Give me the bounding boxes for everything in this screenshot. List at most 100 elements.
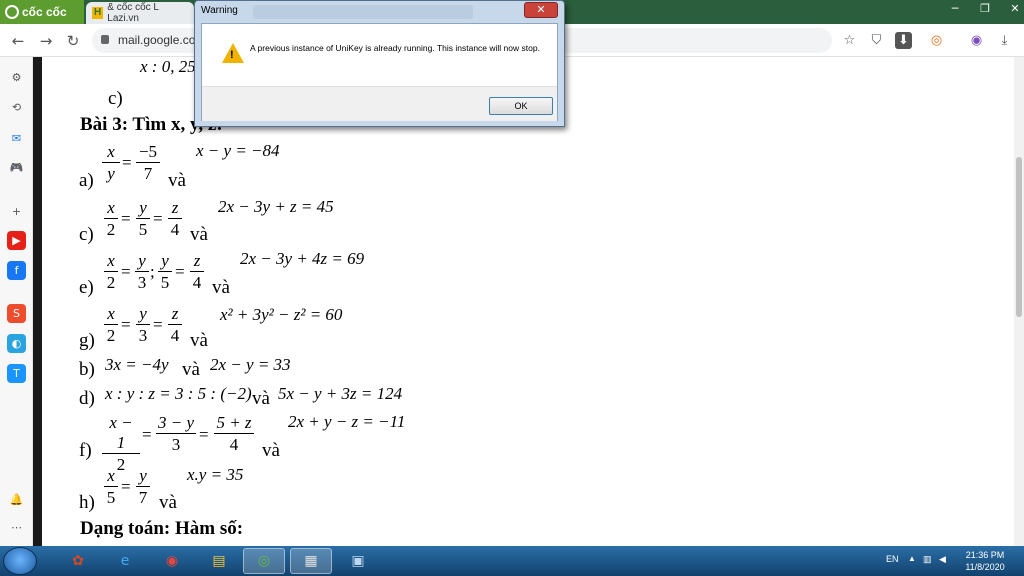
den: 5	[106, 488, 116, 507]
equals: =	[121, 477, 131, 496]
fraction-g1: x 2	[104, 304, 118, 347]
dialog-body: ! A previous instance of UniKey is alrea…	[201, 23, 558, 121]
ccleaner-icon[interactable]: ✿	[57, 548, 99, 574]
explorer-icon[interactable]: ▤	[198, 548, 240, 574]
download-icon[interactable]: ⬇	[895, 32, 912, 49]
fraction-h1: x 5	[104, 466, 118, 509]
num: y	[136, 198, 150, 219]
warning-dialog: Warning ✕ ! A previous instance of UniKe…	[194, 0, 565, 127]
fraction-c2: y 5	[136, 198, 150, 241]
save-page-icon[interactable]: ⤓	[996, 32, 1013, 49]
page-scrollbar[interactable]	[1014, 57, 1024, 546]
den: 4	[192, 273, 202, 292]
condition-d: 5x − y + 3z = 124	[278, 384, 403, 403]
settings-icon[interactable]: ⚙	[7, 68, 26, 87]
va-f: và	[262, 440, 280, 461]
den: y	[107, 164, 115, 183]
tray-expand-icon[interactable]: ▲	[908, 554, 916, 563]
coccoc-icon[interactable]: ◎	[243, 548, 285, 574]
unikey-icon[interactable]: ▦	[290, 548, 332, 574]
equals: =	[121, 209, 131, 228]
den: 5	[138, 220, 148, 239]
label-d: d)	[79, 388, 95, 409]
coccoc-logo-icon	[5, 5, 19, 19]
screen: cốc cốc H & cốc cốc L Lazi.vn ─ ❐ ✕ ← → …	[0, 0, 1024, 576]
forward-icon[interactable]: →	[36, 31, 56, 51]
condition-g: x² + 3y² − z² = 60	[220, 305, 343, 324]
va-b: và	[182, 359, 200, 380]
equation-d: x : y : z = 3 : 5 : (−2)	[105, 384, 252, 403]
more-icon[interactable]: ⋯	[7, 518, 26, 537]
start-button[interactable]	[3, 547, 37, 575]
volume-icon[interactable]: ◀	[939, 554, 946, 565]
tab-label: & cốc cốc L Lazi.vn	[107, 2, 159, 24]
label-e: e)	[79, 277, 94, 298]
den: 7	[138, 488, 148, 507]
num: y	[135, 251, 149, 272]
condition-f: 2x + y − z = −11	[288, 412, 406, 431]
dialog-title: Warning	[201, 5, 238, 16]
den: 7	[143, 164, 153, 183]
fraction-g3: z 4	[168, 304, 182, 347]
scrollbar-thumb[interactable]	[1016, 157, 1022, 317]
back-icon[interactable]: ←	[8, 31, 28, 51]
fraction-f3: 5 + z 4	[214, 413, 254, 456]
next-section-title: Dạng toán: Hàm số:	[80, 518, 244, 539]
condition-b: 2x − y = 33	[210, 355, 291, 374]
account-icon[interactable]: ◉	[968, 32, 985, 49]
den: 3	[137, 273, 147, 292]
num: z	[168, 198, 182, 219]
ok-button[interactable]: OK	[489, 97, 553, 115]
extension-icon[interactable]: ◎	[928, 32, 945, 49]
bookmark-star-icon[interactable]: ☆	[841, 32, 858, 49]
label-a: a)	[79, 170, 94, 191]
den: 4	[170, 220, 180, 239]
shield-icon[interactable]: ⛉	[868, 32, 885, 49]
reload-icon[interactable]: ↻	[63, 31, 83, 51]
fraction-a1: x y	[102, 142, 120, 185]
fraction-e2: y 3	[135, 251, 149, 294]
equation-b: 3x = −4y	[105, 355, 169, 374]
shopee-icon[interactable]: S	[7, 304, 26, 323]
fraction-h2: y 7	[136, 466, 150, 509]
num: y	[158, 251, 172, 272]
notification-icon[interactable]: 🔔	[7, 490, 26, 509]
clock[interactable]: 21:36 PM 11/8/2020	[955, 549, 1015, 573]
facebook-icon[interactable]: f	[7, 261, 26, 280]
add-icon[interactable]: +	[7, 202, 26, 221]
den: 5	[160, 273, 170, 292]
tab-lazi[interactable]: H & cốc cốc L Lazi.vn	[86, 2, 194, 24]
restore-icon[interactable]: ❐	[970, 0, 1000, 18]
clock-date: 11/8/2020	[965, 562, 1005, 572]
fraction-c3: z 4	[168, 198, 182, 241]
equals: =	[122, 153, 132, 172]
va-h: và	[159, 492, 177, 513]
app-icon[interactable]: ◐	[7, 334, 26, 353]
close-window-icon[interactable]: ✕	[1000, 0, 1024, 18]
fraction-g2: y 3	[136, 304, 150, 347]
label-c: c)	[79, 224, 94, 245]
dialog-titlebar-ghost	[253, 5, 473, 19]
condition-h: x.y = 35	[187, 465, 244, 484]
minimize-icon[interactable]: ─	[940, 0, 970, 18]
va-a: và	[168, 170, 186, 191]
equals: =	[142, 425, 152, 444]
label-h: h)	[79, 492, 95, 513]
chrome-icon[interactable]: ◉	[151, 548, 193, 574]
messenger-icon[interactable]: ✉	[7, 129, 26, 148]
num: y	[136, 466, 150, 487]
dialog-close-button[interactable]: ✕	[524, 2, 558, 18]
network-icon[interactable]: ▥	[923, 554, 932, 565]
coccoc-brand[interactable]: cốc cốc	[0, 0, 84, 24]
equals: =	[153, 315, 163, 334]
language-indicator[interactable]: EN	[886, 554, 899, 564]
top-line-math: x : 0, 25	[140, 57, 196, 76]
equals: =	[121, 315, 131, 334]
ie-icon[interactable]: e	[104, 548, 146, 574]
game-icon[interactable]: 🎮	[7, 158, 26, 177]
youtube-icon[interactable]: ▶	[7, 231, 26, 250]
history-icon[interactable]: ⟲	[7, 98, 26, 117]
equals: =	[199, 425, 209, 444]
paint-icon[interactable]: ▣	[337, 548, 379, 574]
tiki-icon[interactable]: T	[7, 364, 26, 383]
